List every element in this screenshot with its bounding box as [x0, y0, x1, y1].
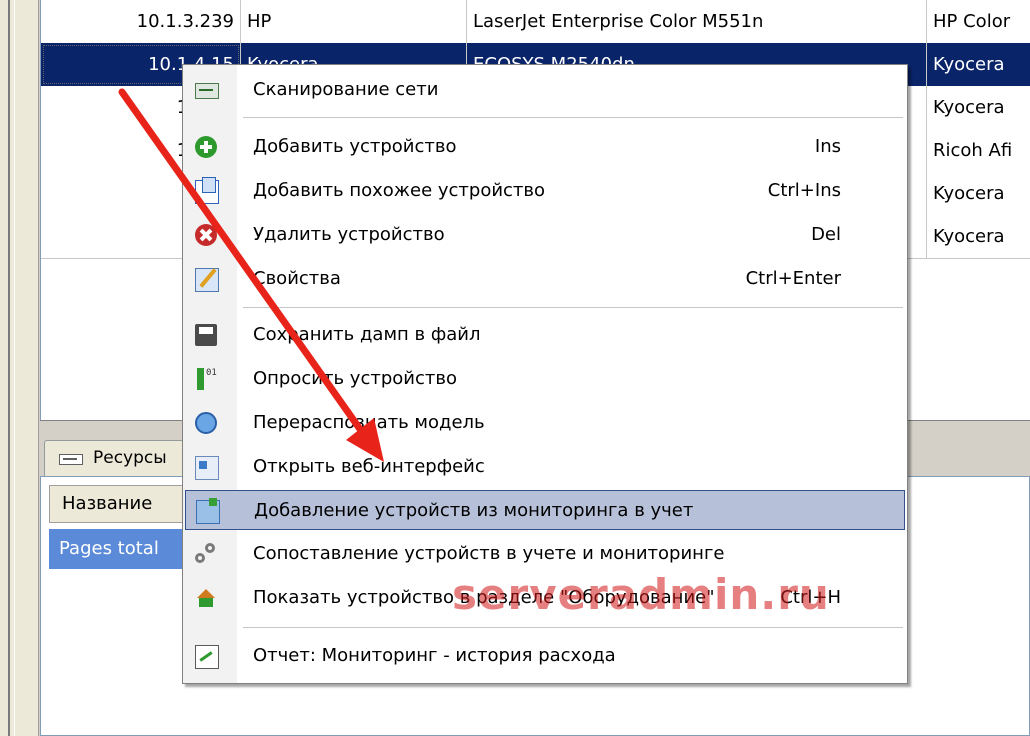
arrow-shaft	[118, 88, 366, 436]
annotation-arrow	[118, 88, 384, 462]
arrow-head	[346, 418, 384, 462]
